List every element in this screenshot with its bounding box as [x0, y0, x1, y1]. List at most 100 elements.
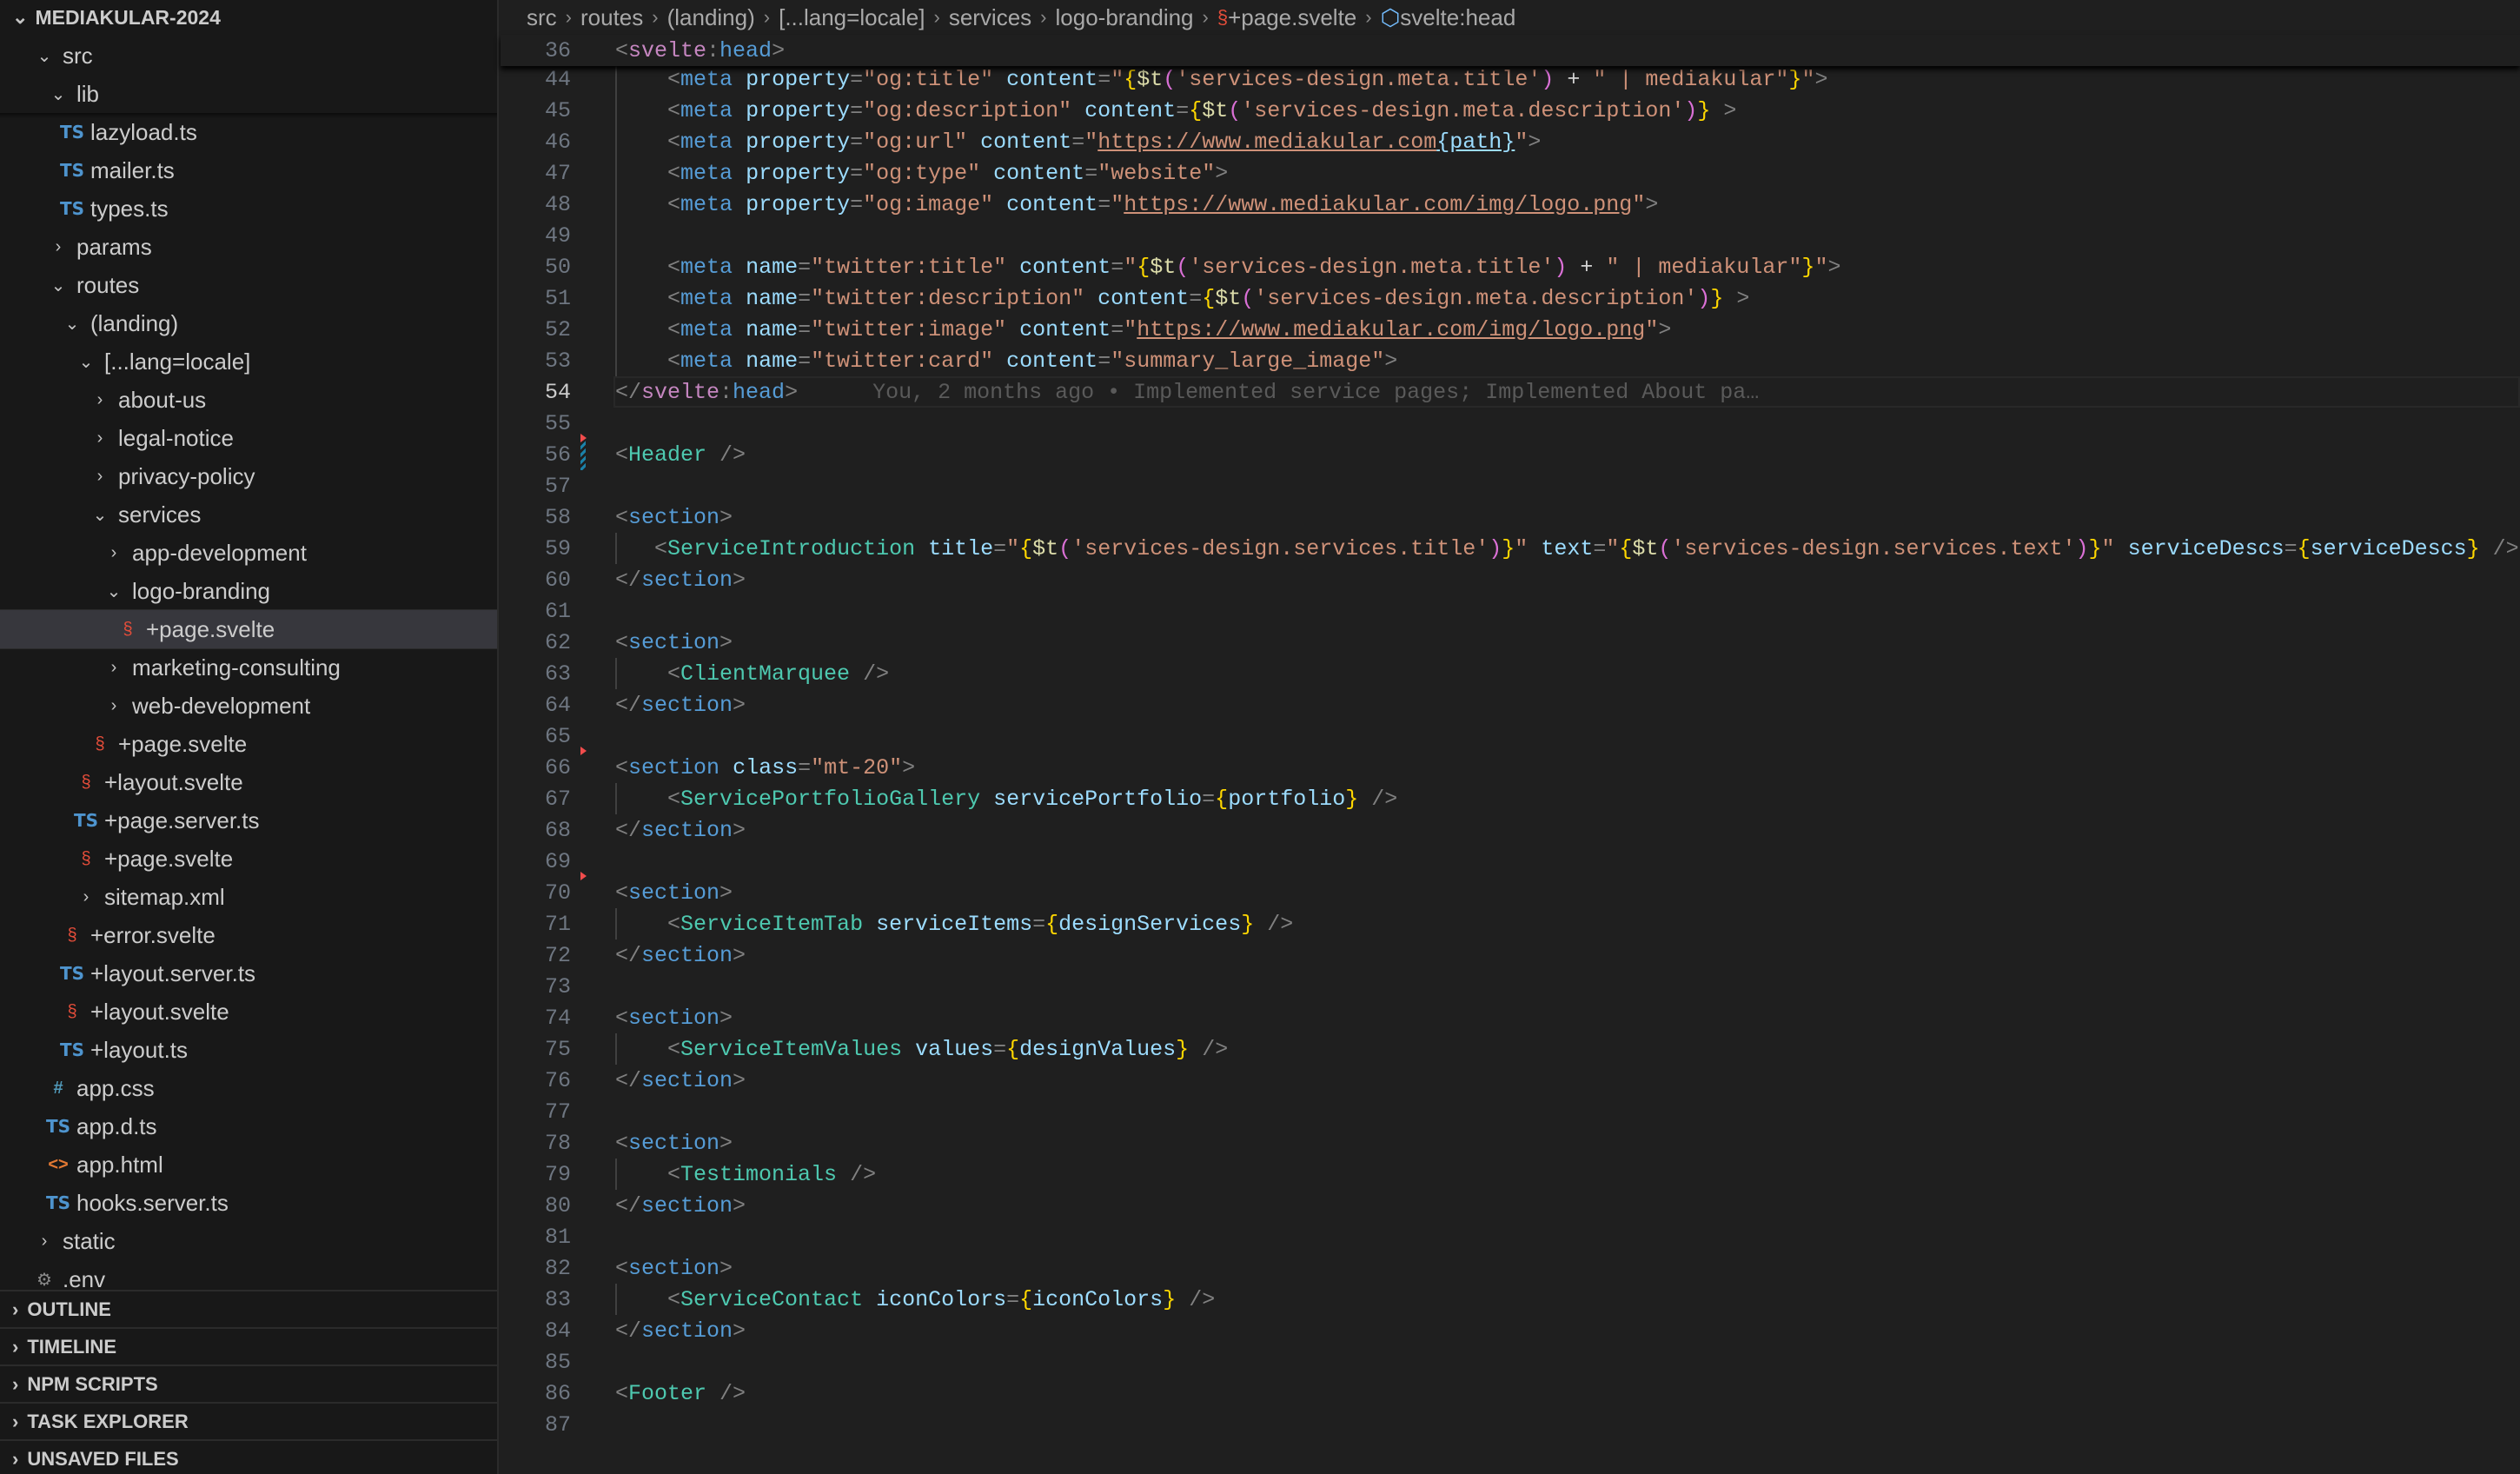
- tree-item[interactable]: › about-us: [0, 381, 497, 419]
- code-editor[interactable]: 44 < meta property = "og:title" content = "{$…: [501, 35, 2520, 1474]
- code-token: =: [1176, 97, 1190, 123]
- tree-item[interactable]: ⌄ services: [0, 495, 497, 534]
- panel-npm-scripts[interactable]: › NPM SCRIPTS: [0, 1364, 497, 1403]
- tree-item[interactable]: TS app.d.ts: [0, 1107, 497, 1145]
- code-token: =: [798, 285, 812, 311]
- tree-item[interactable]: § +layout.svelte: [0, 993, 497, 1031]
- code-text[interactable]: < Testimonials />: [615, 1159, 876, 1190]
- code-text[interactable]: < section >: [615, 501, 733, 533]
- tree-item[interactable]: › static: [0, 1222, 497, 1260]
- breadcrumb-item[interactable]: src: [527, 4, 557, 31]
- panel-outline[interactable]: › OUTLINE: [0, 1290, 497, 1328]
- code-token: section: [628, 1255, 720, 1281]
- code-text[interactable]: < ServicePortfolioGallery servicePortfoli…: [615, 783, 1397, 814]
- code-token: "og:url": [863, 129, 968, 155]
- tree-item[interactable]: › params: [0, 228, 497, 266]
- panel-unsaved-files[interactable]: › UNSAVED FILES: [0, 1439, 497, 1474]
- code-text[interactable]: </section >: [615, 1315, 746, 1346]
- code-text[interactable]: < ServiceContact iconColors ={iconColors} …: [615, 1284, 1215, 1315]
- tree-item[interactable]: › legal-notice: [0, 419, 497, 457]
- tree-item[interactable]: § +page.svelte: [0, 609, 497, 649]
- tree-item[interactable]: § +error.svelte: [0, 916, 497, 954]
- tree-item[interactable]: # app.css: [0, 1069, 497, 1107]
- code-text[interactable]: </section >: [615, 1190, 746, 1221]
- code-line: 87: [501, 1409, 2520, 1440]
- code-text[interactable]: </section >: [615, 689, 746, 720]
- code-text[interactable]: < section class = "mt-20" >: [615, 752, 915, 783]
- code-token: section: [628, 880, 720, 906]
- code-token: {: [1619, 535, 1633, 561]
- code-text[interactable]: < meta property = "og:type" content = "websit…: [615, 157, 1228, 189]
- code-text[interactable]: </section >: [615, 1065, 746, 1096]
- tree-item[interactable]: TS hooks.server.ts: [0, 1184, 497, 1222]
- code-token: svelte: [628, 37, 707, 63]
- chevron-right-icon: ›: [12, 1336, 19, 1358]
- breadcrumb-item[interactable]: svelte:head: [1400, 4, 1515, 31]
- code-text[interactable]: < meta name = "twitter:title" content = "{$t(…: [615, 251, 1840, 282]
- code-text[interactable]: </section >: [615, 940, 746, 971]
- code-text[interactable]: </section >: [615, 564, 746, 595]
- code-text[interactable]: < Header />: [615, 439, 746, 470]
- tree-item[interactable]: ⌄ logo-branding: [0, 572, 497, 610]
- code-text[interactable]: < section >: [615, 1002, 733, 1033]
- code-text[interactable]: < section >: [615, 877, 733, 908]
- code-text[interactable]: < meta name = "twitter:card" content = "summa…: [615, 345, 1397, 376]
- code-text[interactable]: < meta name = "twitter:description" content…: [615, 282, 1749, 314]
- tree-item[interactable]: TS lazyload.ts: [0, 113, 497, 151]
- tree-item[interactable]: ⌄ (landing): [0, 304, 497, 342]
- code-text[interactable]: < ServiceIntroduction title = "{$t('service…: [615, 533, 2519, 564]
- breadcrumb-item[interactable]: routes: [580, 4, 643, 31]
- tree-item[interactable]: TS types.ts: [0, 189, 497, 228]
- code-text[interactable]: < section >: [615, 627, 733, 658]
- tree-item[interactable]: › marketing-consulting: [0, 648, 497, 687]
- code-token: " | mediakular": [1606, 254, 1802, 280]
- code-token: }: [1710, 285, 1724, 311]
- explorer-root-folder[interactable]: ⌄ MEDIAKULAR-2024: [0, 0, 497, 37]
- code-line: 86 < Footer />: [501, 1378, 2520, 1409]
- code-text[interactable]: < section >: [615, 1127, 733, 1159]
- tree-item[interactable]: › web-development: [0, 687, 497, 725]
- code-text[interactable]: < ServiceItemValues values ={designValues}…: [615, 1033, 1228, 1065]
- code-text[interactable]: < meta property = "og:url" content = " https:/…: [615, 126, 1541, 157]
- code-text[interactable]: < meta property = "og:description" content =…: [615, 95, 1736, 126]
- tree-item[interactable]: § +page.svelte: [0, 840, 497, 878]
- tree-item[interactable]: › app-development: [0, 534, 497, 572]
- tree-item-label: app.html: [76, 1151, 163, 1178]
- code-text[interactable]: [615, 220, 667, 251]
- tree-item[interactable]: ⌄ routes: [0, 266, 497, 304]
- breadcrumb-item[interactable]: services: [949, 4, 1031, 31]
- tree-item[interactable]: › sitemap.xml: [0, 878, 497, 916]
- tree-item[interactable]: TS mailer.ts: [0, 151, 497, 189]
- tree-item[interactable]: ⌄ [...lang=locale]: [0, 342, 497, 381]
- tree-item[interactable]: › privacy-policy: [0, 457, 497, 495]
- code-text[interactable]: < section >: [615, 1252, 733, 1284]
- breadcrumb-item[interactable]: +page.svelte: [1228, 4, 1356, 31]
- code-token: <: [667, 160, 681, 186]
- tree-item[interactable]: ⌄ lib: [0, 75, 497, 113]
- code-text[interactable]: < Footer />: [615, 1378, 746, 1409]
- code-text[interactable]: < meta property = "og:title" content = "{$t('…: [615, 63, 1827, 95]
- chevron-down-icon: ⌄: [50, 276, 66, 295]
- code-text[interactable]: < meta name = "twitter:image" content = " http…: [615, 314, 1671, 345]
- breadcrumb-item[interactable]: (landing): [667, 4, 755, 31]
- tree-item[interactable]: TS +layout.ts: [0, 1031, 497, 1069]
- code-text[interactable]: </svelte: head > You, 2 months ago • Implem…: [615, 376, 1759, 408]
- code-text[interactable]: < svelte: head >: [615, 35, 785, 66]
- tree-item[interactable]: § +page.svelte: [0, 725, 497, 763]
- chevron-down-icon: ⌄: [12, 6, 29, 28]
- breadcrumb-item[interactable]: logo-branding: [1056, 4, 1194, 31]
- tree-item[interactable]: ⌄ src: [0, 37, 497, 75]
- tree-item[interactable]: TS +layout.server.ts: [0, 954, 497, 993]
- code-text[interactable]: < ClientMarquee />: [615, 658, 889, 689]
- code-token: {: [1215, 786, 1229, 812]
- panel-timeline[interactable]: › TIMELINE: [0, 1327, 497, 1365]
- code-text[interactable]: < ServiceItemTab serviceItems ={designServ…: [615, 908, 1293, 940]
- tree-item[interactable]: <> app.html: [0, 1145, 497, 1184]
- code-text[interactable]: </section >: [615, 814, 746, 846]
- tree-item[interactable]: § +layout.svelte: [0, 763, 497, 801]
- code-token: name: [746, 285, 799, 311]
- code-text[interactable]: < meta property = "og:image" content = " https…: [615, 189, 1658, 220]
- breadcrumb-item[interactable]: [...lang=locale]: [779, 4, 925, 31]
- tree-item[interactable]: TS +page.server.ts: [0, 801, 497, 840]
- panel-task-explorer[interactable]: › TASK EXPLORER: [0, 1402, 497, 1440]
